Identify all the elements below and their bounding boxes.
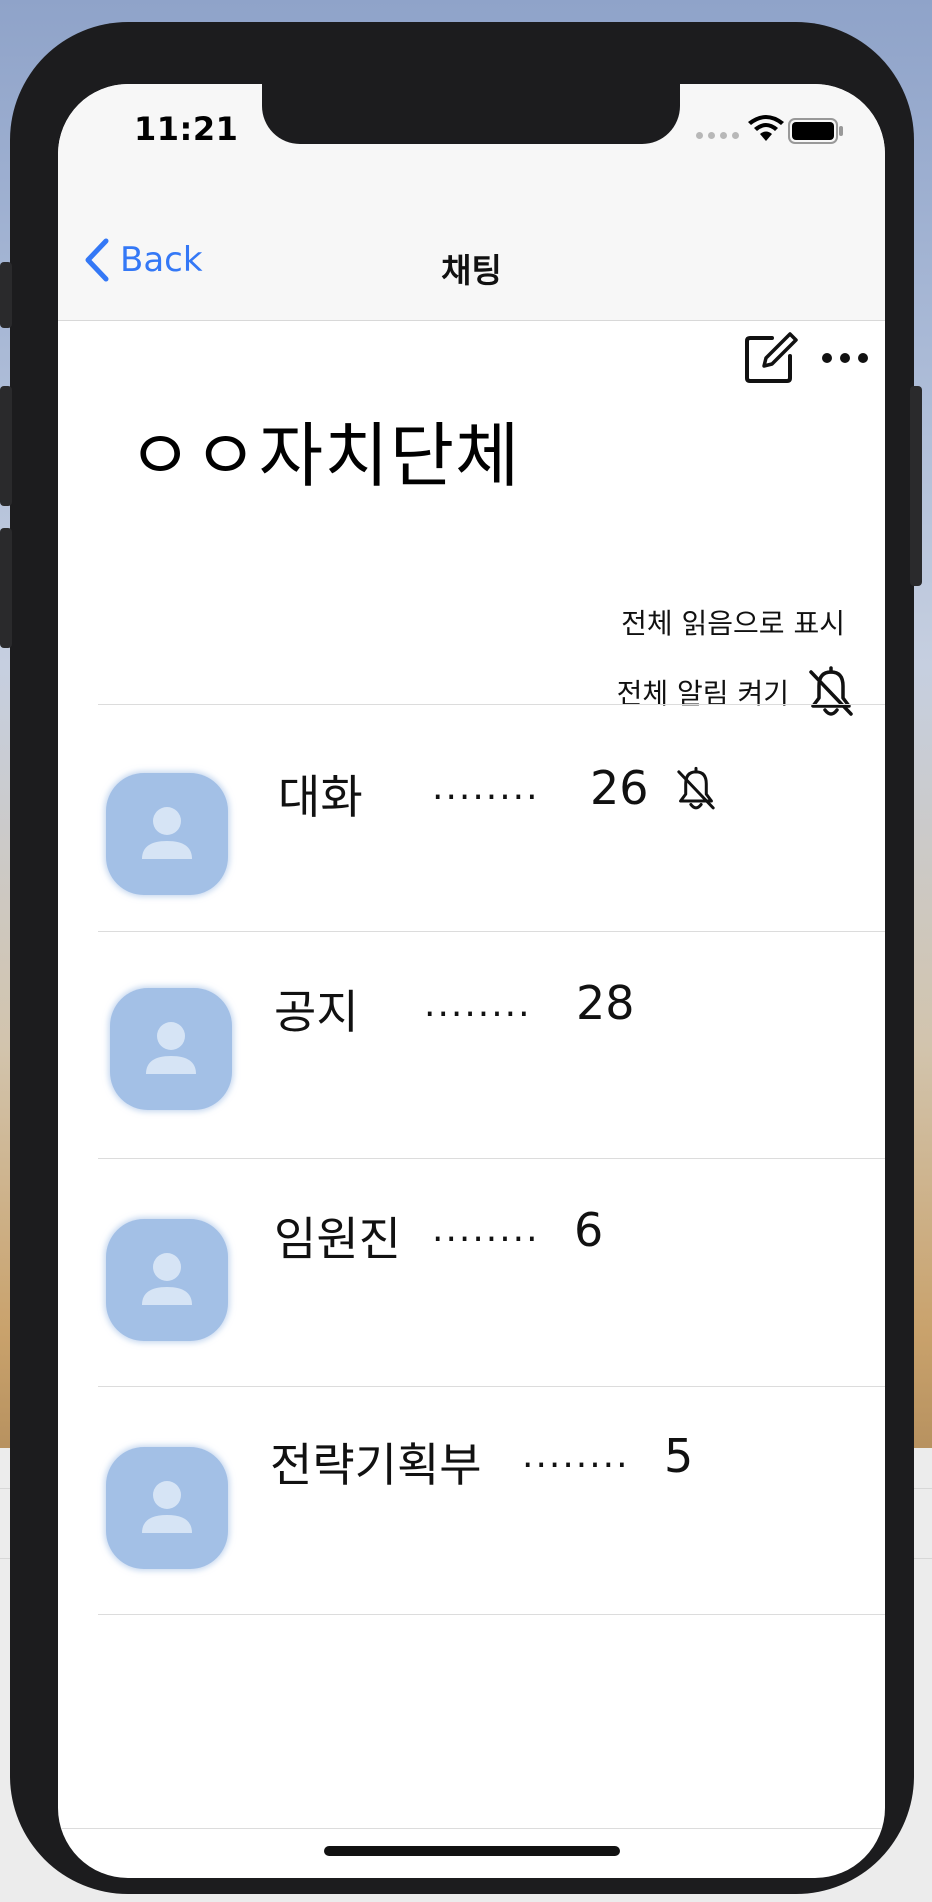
chat-row-executives[interactable]: 임원진 ........ 6	[98, 1159, 885, 1385]
avatar	[106, 773, 228, 895]
row-divider	[98, 1614, 885, 1615]
status-time: 11:21	[134, 110, 239, 148]
battery-icon	[788, 118, 843, 144]
status-bar: 11:21	[58, 84, 885, 204]
silent-switch	[0, 262, 12, 328]
chat-row-notice[interactable]: 공지 ........ 28	[98, 932, 885, 1158]
chat-preview-dots: ........	[522, 1435, 630, 1476]
person-icon	[142, 1253, 192, 1305]
power-button	[910, 386, 922, 586]
chat-preview-dots: ........	[432, 767, 540, 808]
chat-preview-dots: ........	[424, 984, 532, 1025]
wifi-icon	[748, 115, 784, 141]
person-icon	[142, 1481, 192, 1533]
chat-count: 26	[590, 761, 649, 815]
compose-icon[interactable]	[744, 332, 798, 384]
chat-count: 28	[576, 976, 635, 1030]
chat-name: 대화	[278, 770, 363, 824]
chat-preview-dots: ........	[432, 1209, 540, 1250]
home-indicator[interactable]	[324, 1846, 620, 1856]
organization-title: ㅇㅇ자치단체	[128, 415, 521, 497]
chat-name: 공지	[274, 985, 359, 1039]
device-notch	[262, 84, 680, 144]
bell-off-icon	[677, 766, 715, 810]
chat-row-conversation[interactable]: 대화 ........ 26	[98, 705, 885, 931]
phone-screen: 11:21 Back 채팅 ㅇㅇ자치단체 전체 읽음으로 표시 전체 알림 켜기…	[58, 84, 885, 1878]
avatar	[106, 1219, 228, 1341]
volume-up-button	[0, 386, 12, 506]
more-options-icon[interactable]	[820, 348, 870, 368]
avatar	[106, 1447, 228, 1569]
person-icon	[142, 807, 192, 859]
chat-count: 6	[574, 1203, 604, 1257]
nav-title: 채팅	[441, 251, 502, 290]
avatar	[110, 988, 232, 1110]
navigation-bar: Back 채팅	[58, 204, 885, 321]
chat-name: 전략기획부	[270, 1438, 482, 1492]
chat-row-strategy-planning[interactable]: 전략기획부 ........ 5	[98, 1387, 885, 1613]
bottom-divider	[58, 1828, 885, 1829]
chat-name: 임원진	[274, 1212, 401, 1266]
person-icon	[146, 1022, 196, 1074]
volume-down-button	[0, 528, 12, 648]
mark-all-read-button[interactable]: 전체 읽음으로 표시	[621, 602, 845, 642]
chat-count: 5	[664, 1429, 694, 1483]
cellular-signal-icon	[696, 132, 739, 139]
phone-frame: 11:21 Back 채팅 ㅇㅇ자치단체 전체 읽음으로 표시 전체 알림 켜기…	[0, 22, 922, 1894]
